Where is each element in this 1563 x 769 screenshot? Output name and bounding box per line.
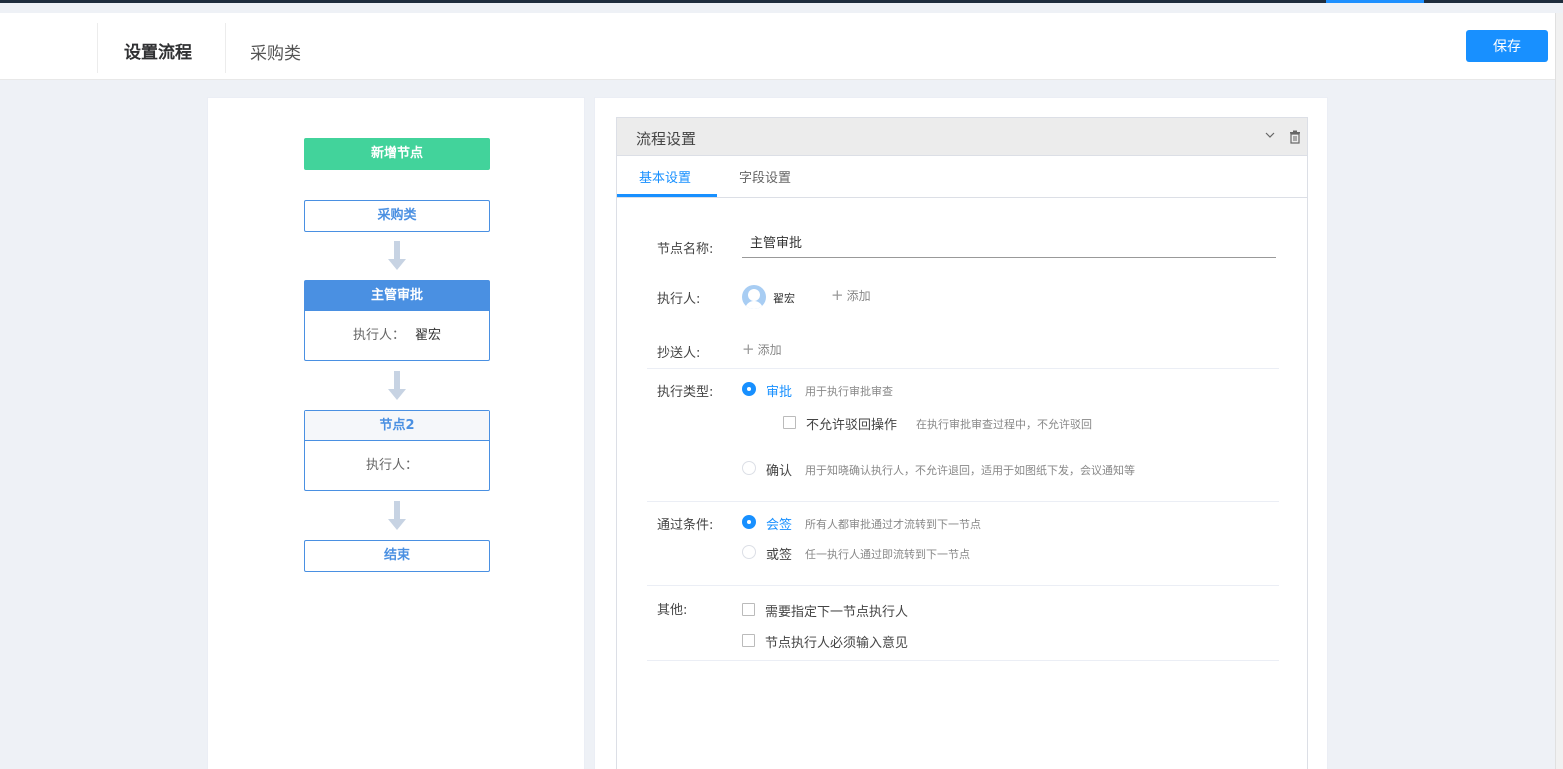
page-subtitle: 采购类 — [250, 44, 301, 64]
divider — [647, 585, 1279, 586]
flow-panel: 新增节点 采购类 主管审批 执行人： 翟宏 节点2 执行人： 结束 — [207, 97, 585, 769]
no-reject-label[interactable]: 不允许驳回操作 — [806, 414, 897, 433]
divider — [647, 501, 1279, 502]
tab-basic-settings[interactable]: 基本设置 — [639, 167, 691, 186]
pass-countersign-label[interactable]: 会签 — [766, 514, 792, 533]
header-divider — [97, 23, 98, 73]
add-node-button[interactable]: 新增节点 — [304, 138, 490, 170]
scrollbar[interactable] — [1555, 13, 1563, 769]
flow-arrow-icon — [388, 371, 406, 403]
flow-node-executor-value: 翟宏 — [415, 328, 442, 343]
page-header: 设置流程 采购类 保存 — [0, 13, 1555, 80]
executor-label: 执行人: — [657, 292, 701, 307]
flow-node-executor-label: 执行人： — [352, 328, 405, 343]
flow-start-node[interactable]: 采购类 — [304, 200, 490, 232]
specify-next-executor-label[interactable]: 需要指定下一节点执行人 — [765, 601, 908, 620]
settings-panel: 流程设置 基本设置 字段设置 节点名称: 执行人: 翟宏 +添加 抄送人: +添… — [594, 97, 1328, 769]
save-button[interactable]: 保存 — [1466, 30, 1548, 62]
plus-icon: + — [742, 340, 755, 358]
header-divider — [225, 23, 226, 73]
no-reject-checkbox[interactable] — [783, 416, 796, 429]
settings-title: 流程设置 — [636, 130, 697, 148]
add-cc-label: 添加 — [757, 343, 782, 357]
flow-end-node[interactable]: 结束 — [304, 540, 490, 572]
exec-type-label: 执行类型: — [657, 385, 714, 400]
exec-type-approve-radio[interactable] — [742, 382, 756, 396]
flow-node-title: 节点2 — [305, 411, 489, 441]
exec-type-approve-desc: 用于执行审批审查 — [805, 385, 893, 398]
add-executor-button[interactable]: + 添加 — [831, 286, 871, 304]
exec-type-confirm-desc: 用于知晓确认执行人，不允许退回，适用于如图纸下发，会议通知等 — [805, 464, 1135, 477]
executor-name: 翟宏 — [773, 292, 795, 305]
plus-icon: + — [831, 286, 844, 304]
pass-countersign-radio[interactable] — [742, 515, 756, 529]
settings-tabs: 基本设置 字段设置 — [617, 156, 1307, 198]
no-reject-desc: 在执行审批审查过程中，不允许驳回 — [916, 418, 1092, 431]
add-cc-button[interactable]: + 添加 — [742, 340, 782, 358]
divider — [647, 660, 1279, 661]
chevron-down-icon[interactable] — [1265, 130, 1275, 140]
trash-icon[interactable] — [1289, 130, 1301, 144]
settings-card: 流程设置 基本设置 字段设置 节点名称: 执行人: 翟宏 +添加 抄送人: +添… — [616, 117, 1308, 769]
pass-orsign-desc: 任一执行人通过即流转到下一节点 — [805, 548, 970, 561]
exec-type-confirm-label[interactable]: 确认 — [766, 460, 792, 479]
flow-node-title: 主管审批 — [305, 281, 489, 311]
exec-type-confirm-radio[interactable] — [742, 461, 756, 475]
flow-start-label: 采购类 — [377, 208, 417, 223]
flow-node-1[interactable]: 主管审批 执行人： 翟宏 — [304, 280, 490, 361]
flow-node-executor: 执行人： — [305, 441, 489, 490]
node-name-input[interactable] — [742, 226, 1276, 258]
top-strip — [0, 0, 1563, 3]
flow-node-2[interactable]: 节点2 执行人： — [304, 410, 490, 491]
flow-node-executor-label: 执行人： — [365, 458, 418, 473]
pass-condition-label: 通过条件: — [657, 518, 714, 533]
flow-node-executor: 执行人： 翟宏 — [305, 311, 489, 360]
settings-card-header: 流程设置 — [617, 118, 1307, 156]
add-executor-label: 添加 — [846, 289, 871, 303]
flow-end-label: 结束 — [383, 548, 410, 563]
divider — [647, 368, 1279, 369]
page-title: 设置流程 — [124, 43, 192, 63]
flow-arrow-icon — [388, 241, 406, 273]
require-opinion-label[interactable]: 节点执行人必须输入意见 — [765, 632, 908, 651]
tab-active-indicator — [617, 194, 717, 197]
exec-type-approve-label[interactable]: 审批 — [766, 381, 792, 400]
specify-next-executor-checkbox[interactable] — [742, 603, 755, 616]
require-opinion-checkbox[interactable] — [742, 634, 755, 647]
flow-arrow-icon — [388, 501, 406, 533]
pass-orsign-label[interactable]: 或签 — [766, 544, 792, 563]
pass-orsign-radio[interactable] — [742, 545, 756, 559]
avatar — [742, 285, 766, 309]
tab-field-settings[interactable]: 字段设置 — [739, 167, 791, 186]
top-strip-accent — [1326, 0, 1424, 3]
pass-countersign-desc: 所有人都审批通过才流转到下一节点 — [805, 518, 981, 531]
other-label: 其他: — [657, 603, 688, 618]
node-name-label: 节点名称: — [657, 242, 714, 257]
cc-label: 抄送人: — [657, 346, 701, 361]
